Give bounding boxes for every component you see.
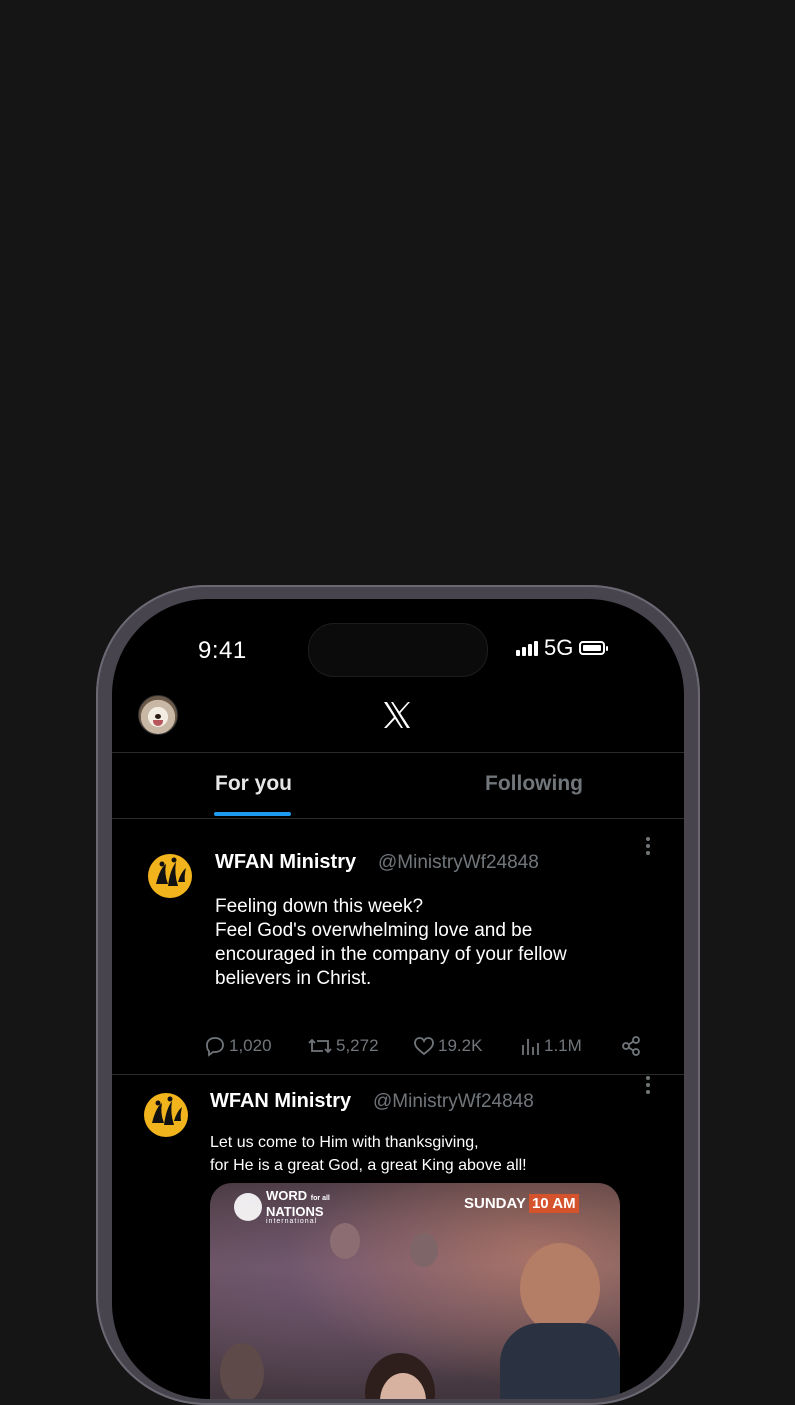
reply-icon	[206, 1037, 224, 1057]
tabs-divider	[112, 818, 684, 819]
more-options-icon[interactable]	[646, 837, 650, 858]
repost-button[interactable]: 5,272	[307, 1035, 379, 1057]
status-time: 9:41	[198, 637, 247, 664]
more-options-icon[interactable]	[646, 1076, 650, 1097]
views-button[interactable]: 1.1M	[519, 1035, 582, 1057]
post-handle[interactable]: @MinistryWf24848	[373, 1091, 534, 1113]
network-label: 5G	[544, 635, 574, 660]
brand-logo-icon	[234, 1193, 262, 1221]
phone-frame: 9:41 5G For you Following WFAN Ministry …	[96, 585, 700, 1405]
dynamic-island	[308, 623, 488, 677]
battery-icon	[579, 641, 609, 655]
active-tab-indicator	[214, 812, 291, 816]
post-author[interactable]: WFAN Ministry	[215, 851, 356, 874]
status-indicators: 5G	[516, 635, 609, 661]
post-divider	[112, 1074, 684, 1075]
phone-screen: 9:41 5G For you Following WFAN Ministry …	[112, 599, 684, 1399]
signal-icon	[516, 640, 538, 656]
post-text: Feeling down this week? Feel God's overw…	[215, 896, 567, 989]
share-icon	[622, 1036, 640, 1056]
profile-avatar[interactable]	[138, 695, 178, 735]
wfan-logo-icon[interactable]	[148, 854, 192, 898]
post-media-image[interactable]: WORD for all NATIONS international SUNDA…	[210, 1183, 620, 1399]
media-schedule: SUNDAY 10 AM	[464, 1194, 579, 1213]
views-icon	[522, 1039, 539, 1055]
heart-icon	[414, 1037, 434, 1056]
post-text: Let us come to Him with thanksgiving, fo…	[210, 1134, 527, 1174]
x-logo-icon[interactable]	[382, 701, 412, 729]
like-button[interactable]: 19.2K	[413, 1035, 482, 1057]
reply-button[interactable]: 1,020	[204, 1035, 272, 1057]
post-author[interactable]: WFAN Ministry	[210, 1090, 351, 1113]
wfan-logo-icon[interactable]	[144, 1093, 188, 1137]
tab-for-you[interactable]: For you	[215, 772, 292, 796]
post-handle[interactable]: @MinistryWf24848	[378, 852, 539, 874]
tab-following[interactable]: Following	[485, 772, 583, 796]
header-divider	[112, 752, 684, 753]
share-button[interactable]	[620, 1035, 642, 1057]
media-brand: WORD for all NATIONS international	[234, 1189, 330, 1225]
repost-icon	[308, 1038, 332, 1054]
